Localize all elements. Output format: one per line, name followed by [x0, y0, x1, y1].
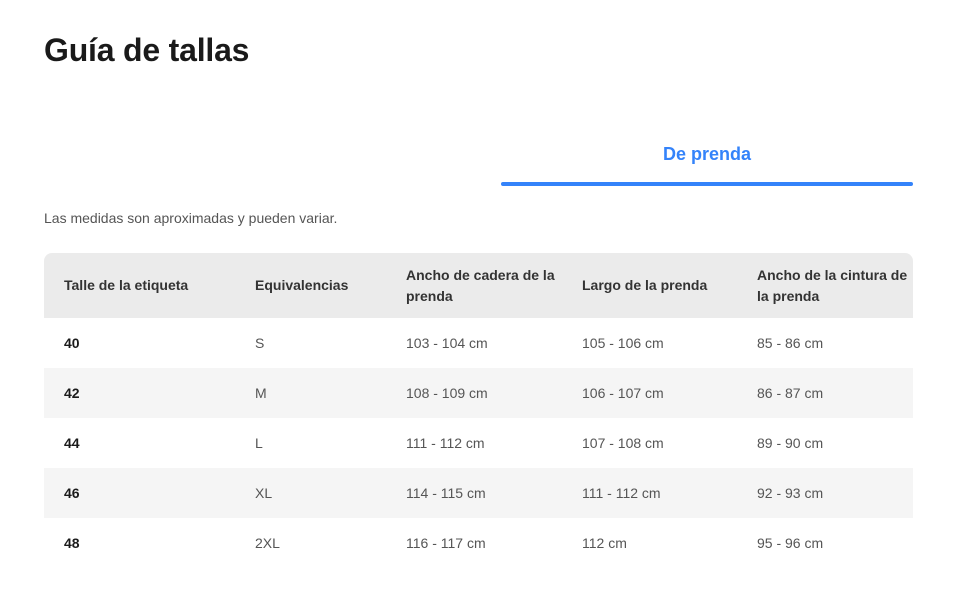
cell-size: 44 [64, 435, 80, 451]
column-header-length: Largo de la prenda [582, 277, 708, 293]
table-row: 46 XL 114 - 115 cm 111 - 112 cm 92 - 93 … [44, 468, 913, 518]
table-row: 40 S 103 - 104 cm 105 - 106 cm 85 - 86 c… [44, 318, 913, 368]
cell-length: 106 - 107 cm [582, 385, 664, 401]
size-guide-page: Guía de tallas De prenda Las medidas son… [0, 0, 955, 609]
column-header-waist-width: Ancho de la cintura de la prenda [757, 266, 908, 304]
active-tab-indicator [501, 182, 913, 186]
cell-hip-width: 116 - 117 cm [406, 535, 486, 551]
cell-length: 105 - 106 cm [582, 335, 664, 351]
cell-hip-width: 103 - 104 cm [406, 335, 488, 351]
cell-waist-width: 95 - 96 cm [757, 535, 824, 551]
disclaimer-text: Las medidas son aproximadas y pueden var… [44, 210, 338, 226]
column-header-hip-width: Ancho de cadera de la prenda [406, 266, 555, 304]
cell-hip-width: 108 - 109 cm [406, 385, 488, 401]
tab-bar: De prenda [44, 128, 913, 188]
cell-equivalence: XL [255, 485, 273, 501]
table-header: Talle de la etiqueta Equivalencias Ancho… [44, 253, 913, 318]
cell-waist-width: 89 - 90 cm [757, 435, 824, 451]
table-row: 44 L 111 - 112 cm 107 - 108 cm 89 - 90 c… [44, 418, 913, 468]
tab-de-prenda[interactable]: De prenda [501, 128, 913, 188]
tab-label: De prenda [662, 144, 752, 164]
cell-waist-width: 86 - 87 cm [757, 385, 824, 401]
column-header-equivalence: Equivalencias [255, 277, 349, 293]
cell-equivalence: 2XL [255, 535, 280, 551]
page-title: Guía de tallas [44, 32, 250, 68]
cell-length: 111 - 112 cm [582, 485, 661, 501]
cell-waist-width: 92 - 93 cm [757, 485, 824, 501]
cell-equivalence: S [255, 335, 265, 351]
cell-size: 46 [64, 485, 80, 501]
cell-equivalence: L [255, 435, 263, 451]
column-header-size: Talle de la etiqueta [64, 277, 189, 293]
table-row: 48 2XL 116 - 117 cm 112 cm 95 - 96 cm [44, 518, 913, 568]
cell-size: 48 [64, 535, 80, 551]
cell-length: 107 - 108 cm [582, 435, 664, 451]
cell-hip-width: 114 - 115 cm [406, 485, 486, 501]
cell-size: 42 [64, 385, 80, 401]
cell-size: 40 [64, 335, 80, 351]
size-table: Talle de la etiqueta Equivalencias Ancho… [44, 253, 913, 568]
cell-waist-width: 85 - 86 cm [757, 335, 824, 351]
cell-hip-width: 111 - 112 cm [406, 435, 485, 451]
table-row: 42 M 108 - 109 cm 106 - 107 cm 86 - 87 c… [44, 368, 913, 418]
cell-equivalence: M [255, 385, 267, 401]
cell-length: 112 cm [582, 535, 627, 551]
